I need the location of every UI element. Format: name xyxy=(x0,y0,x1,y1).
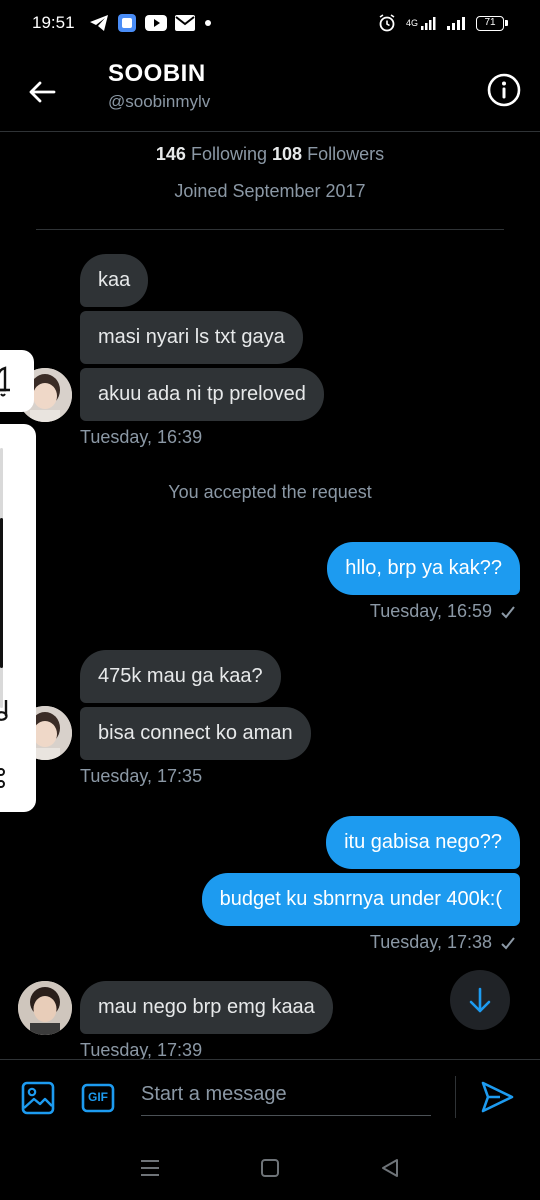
message-timestamp: Tuesday, 17:38 xyxy=(369,932,492,952)
message-bubble-incoming[interactable]: kaa xyxy=(80,254,149,307)
followers-stat[interactable]: 108 Followers xyxy=(272,144,384,164)
back-triangle-icon xyxy=(382,1158,398,1177)
message-bubble-outgoing[interactable]: hllo, brp ya kak?? xyxy=(327,542,520,595)
message-bubble-incoming[interactable]: bisa connect ko aman xyxy=(80,707,311,760)
contact-handle: @soobinmylv xyxy=(108,92,211,111)
send-button[interactable] xyxy=(478,1078,516,1116)
send-icon xyxy=(481,1081,514,1113)
status-bar: 19:51 4G 71 xyxy=(0,0,540,46)
message-composer: GIF xyxy=(0,1059,540,1135)
following-label: Following xyxy=(190,144,267,164)
home-button[interactable] xyxy=(250,1148,290,1188)
floating-widget-bell[interactable] xyxy=(0,350,34,412)
add-gif-button[interactable]: GIF xyxy=(80,1080,116,1116)
profile-stats: 146 Following 108 Followers xyxy=(0,144,540,165)
message-bubble-outgoing[interactable]: itu gabisa nego?? xyxy=(326,816,520,869)
sent-check-icon xyxy=(501,605,515,618)
following-count: 146 xyxy=(155,144,186,164)
battery-level: 71 xyxy=(476,15,504,31)
network-type-label: 4G xyxy=(405,18,418,28)
system-message: You accepted the request xyxy=(168,482,372,502)
composer-separator xyxy=(455,1076,456,1118)
message-timestamp: Tuesday, 16:39 xyxy=(80,427,203,447)
message-bubble-incoming[interactable]: masi nyari ls txt gaya xyxy=(80,311,303,364)
message-timestamp: Tuesday, 17:35 xyxy=(80,766,203,786)
bell-icon xyxy=(0,366,10,397)
message-bubble-incoming[interactable]: akuu ada ni tp preloved xyxy=(80,368,324,421)
more-notifications-dot-icon xyxy=(203,18,213,28)
volume-level[interactable] xyxy=(0,518,3,668)
telegram-icon xyxy=(89,14,109,32)
message-bubble-incoming[interactable]: 475k mau ga kaa? xyxy=(80,650,281,703)
recent-apps-button[interactable] xyxy=(130,1148,170,1188)
system-navigation-bar xyxy=(0,1135,540,1200)
arrow-left-icon xyxy=(29,81,56,103)
image-icon xyxy=(21,1081,55,1115)
alarm-icon xyxy=(378,14,396,32)
music-note-icon[interactable] xyxy=(0,694,18,724)
youtube-icon xyxy=(144,15,167,31)
mail-icon xyxy=(174,15,195,31)
more-options-icon[interactable] xyxy=(0,764,18,794)
message-timestamp: Tuesday, 16:59 xyxy=(369,601,492,621)
avatar-photo-icon xyxy=(18,981,72,1035)
divider xyxy=(36,229,504,230)
gif-label: GIF xyxy=(88,1090,108,1104)
app-notification-icon xyxy=(117,13,137,33)
contact-avatar[interactable] xyxy=(18,981,72,1035)
signal-4g-icon: 4G xyxy=(406,15,436,31)
status-time: 19:51 xyxy=(32,13,75,32)
message-bubble-outgoing[interactable]: budget ku sbnrnya under 400k:( xyxy=(201,873,520,926)
home-square-icon xyxy=(261,1158,279,1177)
message-meta: Tuesday, 17:38 xyxy=(370,932,516,953)
sent-check-icon xyxy=(501,936,515,949)
message-bubble-incoming[interactable]: mau nego brp emg kaaa xyxy=(80,981,333,1034)
notification-icons xyxy=(89,13,213,33)
menu-icon xyxy=(141,1159,159,1176)
following-stat[interactable]: 146 Following xyxy=(156,144,267,164)
joined-date: Joined September 2017 xyxy=(174,181,366,201)
battery-icon: 71 xyxy=(476,15,508,31)
conversation-header: SOOBIN @soobinmylv xyxy=(0,46,540,132)
message-meta: Tuesday, 16:59 xyxy=(370,601,516,622)
nav-back-button[interactable] xyxy=(370,1148,410,1188)
floating-widget-player[interactable] xyxy=(0,424,36,812)
conversation-info-button[interactable] xyxy=(486,72,522,108)
arrow-down-icon xyxy=(469,987,491,1013)
followers-count: 108 xyxy=(272,144,303,164)
message-timestamp: Tuesday, 17:39 xyxy=(80,1040,203,1060)
contact-title[interactable]: SOOBIN @soobinmylv xyxy=(108,60,210,112)
info-icon xyxy=(487,73,521,107)
scroll-to-bottom-button[interactable] xyxy=(450,970,510,1030)
back-button[interactable] xyxy=(22,72,62,112)
message-input[interactable] xyxy=(141,1074,431,1116)
add-image-button[interactable] xyxy=(20,1080,56,1116)
followers-label: Followers xyxy=(307,144,385,164)
signal-bars-icon xyxy=(446,15,466,31)
contact-name: SOOBIN xyxy=(108,60,206,87)
system-status-icons: 4G 71 xyxy=(378,14,508,32)
